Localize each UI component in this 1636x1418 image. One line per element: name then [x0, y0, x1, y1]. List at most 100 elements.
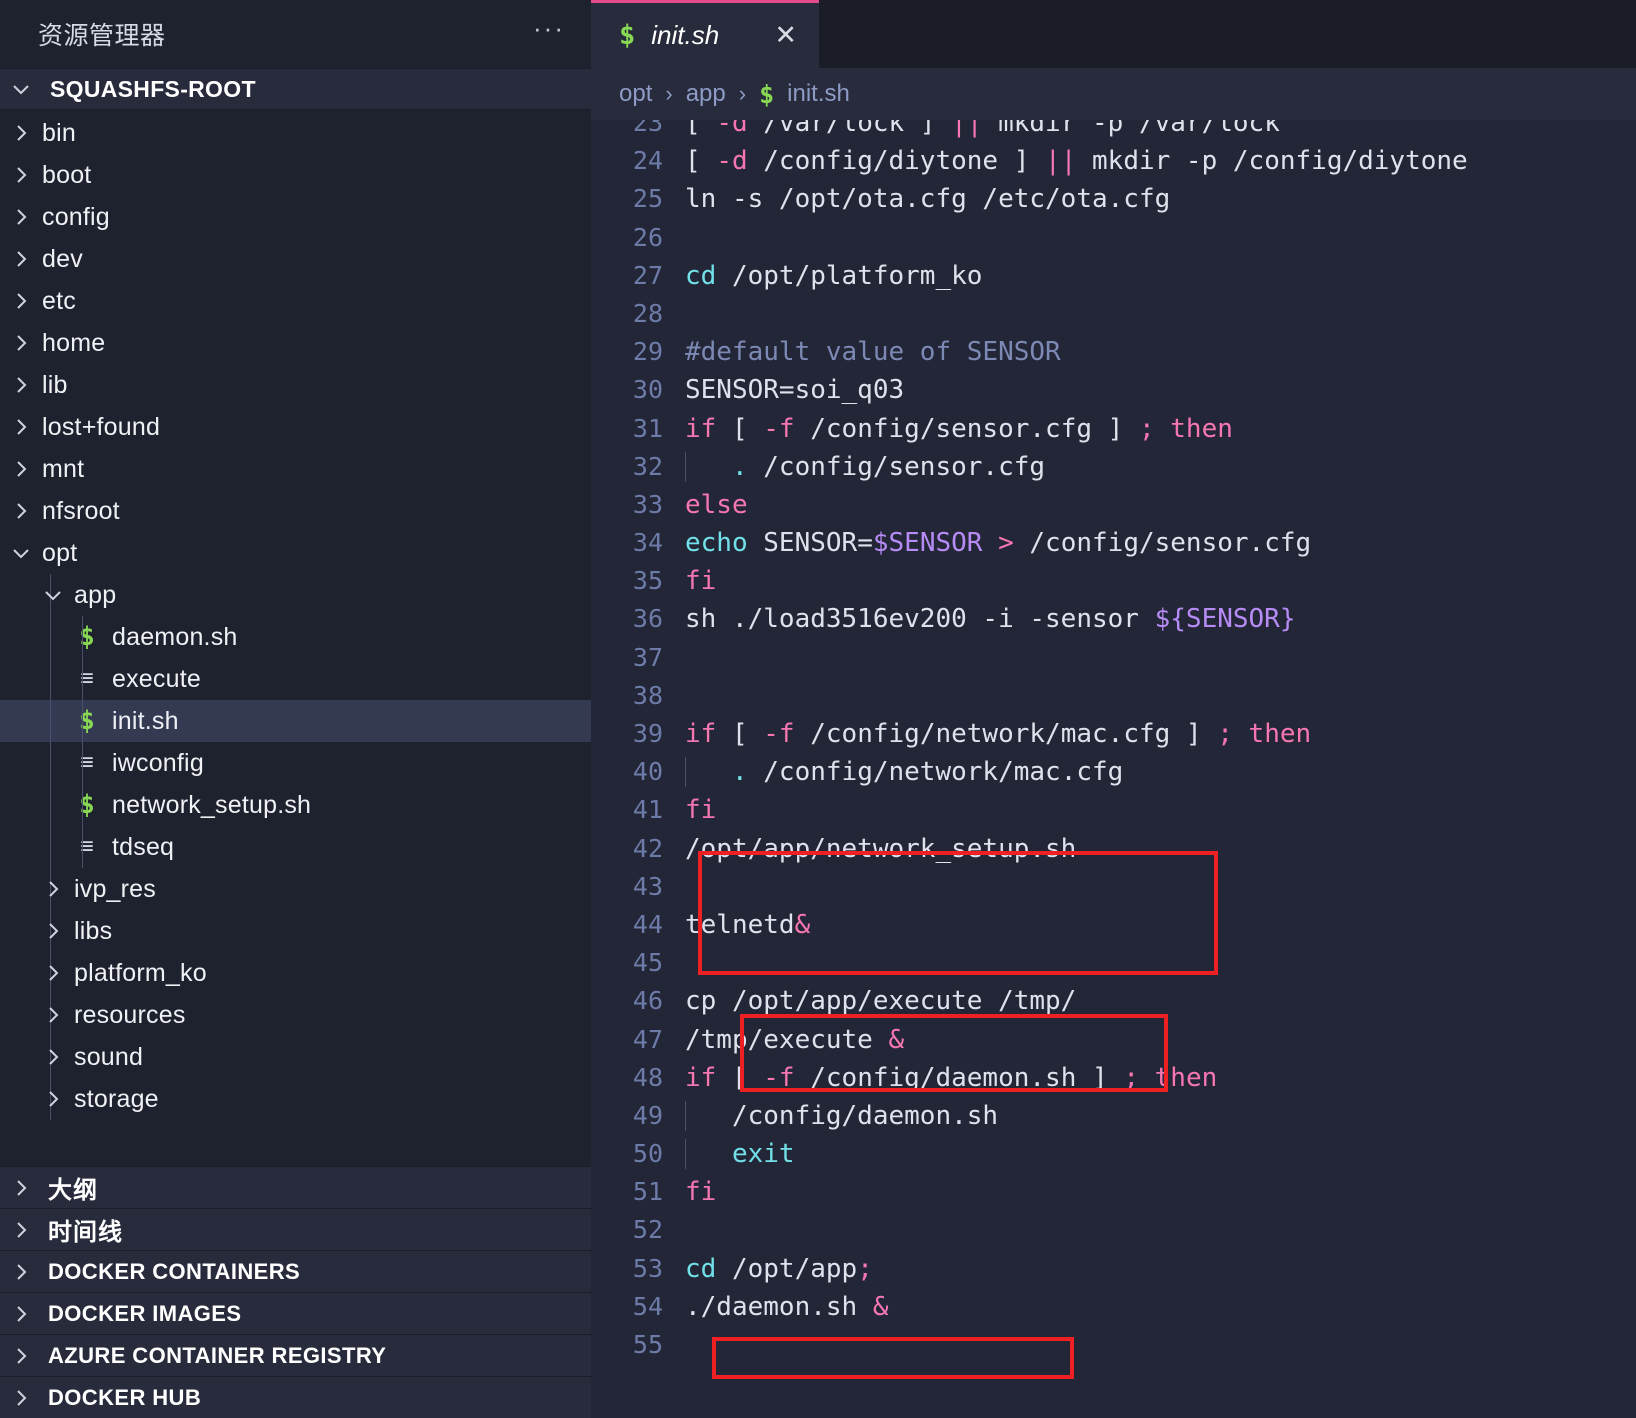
- close-icon[interactable]: ✕: [774, 22, 797, 49]
- sidebar-section-1[interactable]: 时间线: [0, 1208, 591, 1250]
- tree-item-libs[interactable]: libs: [0, 910, 591, 952]
- tree-item-mnt[interactable]: mnt: [0, 448, 591, 490]
- code-text[interactable]: SENSOR=soi_q03: [685, 371, 904, 409]
- code-line-40[interactable]: 40 . /config/network/mac.cfg: [591, 753, 1636, 791]
- code-text[interactable]: if [ -f /config/sensor.cfg ] ; then: [685, 410, 1233, 448]
- code-line-53[interactable]: 53 cd /opt/app;: [591, 1250, 1636, 1288]
- tree-item-app[interactable]: app: [0, 574, 591, 616]
- chevron-right-icon[interactable]: [8, 204, 34, 230]
- sidebar-section-0[interactable]: 大纲: [0, 1166, 591, 1208]
- tree-item-boot[interactable]: boot: [0, 154, 591, 196]
- code-line-50[interactable]: 50 exit: [591, 1135, 1636, 1173]
- code-text[interactable]: [ -d /config/diytone ] || mkdir -p /conf…: [685, 142, 1468, 180]
- code-line-33[interactable]: 33 else: [591, 486, 1636, 524]
- code-text[interactable]: if [ -f /config/daemon.sh ] ; then: [685, 1059, 1217, 1097]
- chevron-down-icon[interactable]: [40, 582, 66, 608]
- code-text[interactable]: cd /opt/platform_ko: [685, 257, 982, 295]
- chevron-right-icon[interactable]: [8, 1301, 34, 1327]
- code-text[interactable]: fi: [685, 562, 716, 600]
- chevron-right-icon[interactable]: [8, 120, 34, 146]
- tree-item-execute[interactable]: ≡ execute: [0, 658, 591, 700]
- code-line-41[interactable]: 41 fi: [591, 791, 1636, 829]
- code-line-32[interactable]: 32 . /config/sensor.cfg: [591, 448, 1636, 486]
- code-line-23[interactable]: 23 [ -d /var/lock ] || mkdir -p /var/lock: [591, 120, 1636, 142]
- code-line-26[interactable]: 26: [591, 219, 1636, 257]
- sidebar-section-5[interactable]: DOCKER HUB: [0, 1376, 591, 1418]
- code-text[interactable]: [ -d /var/lock ] || mkdir -p /var/lock: [685, 120, 1280, 142]
- chevron-right-icon[interactable]: [8, 162, 34, 188]
- chevron-down-icon[interactable]: [8, 76, 34, 102]
- code-line-39[interactable]: 39 if [ -f /config/network/mac.cfg ] ; th…: [591, 715, 1636, 753]
- workspace-root-row[interactable]: SQUASHFS-ROOT: [0, 68, 591, 110]
- code-text[interactable]: ./daemon.sh &: [685, 1288, 889, 1326]
- chevron-down-icon[interactable]: [8, 540, 34, 566]
- code-line-51[interactable]: 51 fi: [591, 1173, 1636, 1211]
- chevron-right-icon[interactable]: [40, 1086, 66, 1112]
- chevron-right-icon[interactable]: [8, 330, 34, 356]
- sidebar-sections[interactable]: 大纲 时间线 DOCKER CONTAINERS DOCKER IMAGES AZURE…: [0, 1166, 591, 1418]
- code-text[interactable]: echo SENSOR=$SENSOR > /config/sensor.cfg: [685, 524, 1311, 562]
- tree-item-storage[interactable]: storage: [0, 1078, 591, 1120]
- chevron-right-icon[interactable]: [8, 1217, 34, 1243]
- code-text[interactable]: sh ./load3516ev200 -i -sensor ${SENSOR}: [685, 600, 1296, 638]
- tree-item-sound[interactable]: sound: [0, 1036, 591, 1078]
- code-line-43[interactable]: 43: [591, 868, 1636, 906]
- code-text[interactable]: if [ -f /config/network/mac.cfg ] ; then: [685, 715, 1311, 753]
- chevron-right-icon[interactable]: [40, 960, 66, 986]
- chevron-right-icon[interactable]: [40, 918, 66, 944]
- code-text[interactable]: #default value of SENSOR: [685, 333, 1061, 371]
- tree-item-etc[interactable]: etc: [0, 280, 591, 322]
- code-line-37[interactable]: 37: [591, 639, 1636, 677]
- code-line-27[interactable]: 27 cd /opt/platform_ko: [591, 257, 1636, 295]
- tree-item-resources[interactable]: resources: [0, 994, 591, 1036]
- code-line-34[interactable]: 34 echo SENSOR=$SENSOR > /config/sensor.c…: [591, 524, 1636, 562]
- chevron-right-icon[interactable]: [8, 288, 34, 314]
- chevron-right-icon[interactable]: [8, 414, 34, 440]
- tree-item-opt[interactable]: opt: [0, 532, 591, 574]
- code-text[interactable]: cp /opt/app/execute /tmp/: [685, 982, 1076, 1020]
- tree-item-network-setup-sh[interactable]: $ network_setup.sh: [0, 784, 591, 826]
- code-line-25[interactable]: 25 ln -s /opt/ota.cfg /etc/ota.cfg: [591, 180, 1636, 218]
- code-line-36[interactable]: 36 sh ./load3516ev200 -i -sensor ${SENSOR…: [591, 600, 1636, 638]
- code-line-29[interactable]: 29 #default value of SENSOR: [591, 333, 1636, 371]
- code-text[interactable]: else: [685, 486, 748, 524]
- code-text[interactable]: cd /opt/app;: [685, 1250, 873, 1288]
- tree-item-bin[interactable]: bin: [0, 112, 591, 154]
- code-line-48[interactable]: 48 if [ -f /config/daemon.sh ] ; then: [591, 1059, 1636, 1097]
- code-line-35[interactable]: 35 fi: [591, 562, 1636, 600]
- code-line-49[interactable]: 49 /config/daemon.sh: [591, 1097, 1636, 1135]
- code-line-52[interactable]: 52: [591, 1211, 1636, 1249]
- chevron-right-icon[interactable]: [8, 246, 34, 272]
- breadcrumb[interactable]: opt › app › $ init.sh: [591, 68, 1636, 120]
- chevron-right-icon[interactable]: [8, 456, 34, 482]
- code-text[interactable]: . /config/network/mac.cfg: [685, 753, 1123, 791]
- code-text[interactable]: fi: [685, 791, 716, 829]
- tree-item-iwconfig[interactable]: ≡ iwconfig: [0, 742, 591, 784]
- chevron-right-icon[interactable]: [40, 876, 66, 902]
- tree-item-daemon-sh[interactable]: $ daemon.sh: [0, 616, 591, 658]
- code-line-30[interactable]: 30 SENSOR=soi_q03: [591, 371, 1636, 409]
- breadcrumb-item-file[interactable]: init.sh: [787, 80, 850, 108]
- code-text[interactable]: . /config/sensor.cfg: [685, 448, 1045, 486]
- code-line-55[interactable]: 55: [591, 1326, 1636, 1364]
- chevron-right-icon[interactable]: [8, 372, 34, 398]
- tree-item-lib[interactable]: lib: [0, 364, 591, 406]
- code-line-46[interactable]: 46 cp /opt/app/execute /tmp/: [591, 982, 1636, 1020]
- tree-item-init-sh[interactable]: $ init.sh: [0, 700, 591, 742]
- more-actions-icon[interactable]: ···: [533, 15, 565, 45]
- breadcrumb-item-app[interactable]: app: [686, 80, 726, 108]
- code-line-42[interactable]: 42/opt/app/network_setup.sh: [591, 830, 1636, 868]
- tab-init-sh[interactable]: $ init.sh ✕: [591, 0, 819, 68]
- code-text[interactable]: ln -s /opt/ota.cfg /etc/ota.cfg: [685, 180, 1170, 218]
- code-text[interactable]: /tmp/execute &: [685, 1021, 904, 1059]
- chevron-right-icon[interactable]: [8, 498, 34, 524]
- code-line-31[interactable]: 31 if [ -f /config/sensor.cfg ] ; then: [591, 410, 1636, 448]
- code-lines[interactable]: 23 [ -d /var/lock ] || mkdir -p /var/lock…: [591, 120, 1636, 1364]
- code-editor[interactable]: 23 [ -d /var/lock ] || mkdir -p /var/lock…: [591, 120, 1636, 1418]
- code-line-38[interactable]: 38: [591, 677, 1636, 715]
- chevron-right-icon[interactable]: [40, 1002, 66, 1028]
- chevron-right-icon[interactable]: [8, 1175, 34, 1201]
- sidebar-section-2[interactable]: DOCKER CONTAINERS: [0, 1250, 591, 1292]
- chevron-right-icon[interactable]: [40, 1044, 66, 1070]
- chevron-right-icon[interactable]: [8, 1343, 34, 1369]
